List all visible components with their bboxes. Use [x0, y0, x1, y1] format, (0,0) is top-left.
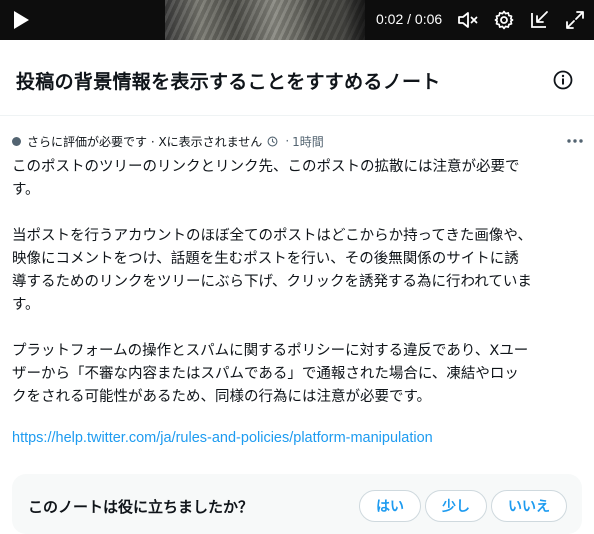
note-paragraph: 当ポストを行うアカウントのほぼ全てのポストはどこからか持ってきた画像や、映像にコ…: [12, 228, 532, 313]
video-time-display: 0:02 / 0:06: [376, 11, 443, 27]
note-paragraph: プラットフォームの操作とスパムに関するポリシーに対する違反であり、Xユーザーから…: [12, 343, 529, 405]
rating-prompt: このノートは役に立ちましたか？ はい 少し いいえ: [12, 474, 582, 534]
play-icon[interactable]: [12, 10, 30, 30]
rate-yes-button[interactable]: はい: [359, 490, 421, 522]
rate-somewhat-button[interactable]: 少し: [425, 490, 487, 522]
settings-gear-icon[interactable]: [492, 8, 516, 32]
volume-muted-icon[interactable]: [456, 8, 480, 32]
note-status: さらに評価が必要です · Xに表示されません: [27, 134, 263, 149]
rate-no-button[interactable]: いいえ: [491, 490, 567, 522]
info-icon[interactable]: [552, 69, 574, 91]
minimize-icon[interactable]: [528, 8, 552, 32]
fullscreen-icon[interactable]: [563, 8, 587, 32]
note-header: 投稿の背景情報を表示することをすすめるノート: [0, 40, 594, 116]
note-paragraph: このポストのツリーのリンクとリンク先、このポストの拡散には注意が必要です。: [12, 159, 520, 198]
source-link[interactable]: https://help.twitter.com/ja/rules-and-po…: [12, 430, 582, 446]
meta-separator: ·: [285, 134, 290, 148]
status-dot-icon: [12, 137, 21, 146]
note-meta: さらに評価が必要です · Xに表示されません · 1時間: [12, 126, 582, 156]
clock-icon: [267, 136, 278, 146]
more-options-icon[interactable]: [565, 134, 585, 148]
note-body: このポストのツリーのリンクとリンク先、このポストの拡散には注意が必要です。 当ポ…: [12, 156, 532, 409]
community-note: さらに評価が必要です · Xに表示されません · 1時間 このポストのツリーのリ…: [12, 126, 585, 446]
page-title: 投稿の背景情報を表示することをすすめるノート: [16, 71, 441, 93]
video-player-bar: 0:02 / 0:06: [0, 0, 594, 40]
note-time-ago: 1時間: [292, 134, 324, 149]
rating-question: このノートは役に立ちましたか？: [28, 498, 254, 516]
